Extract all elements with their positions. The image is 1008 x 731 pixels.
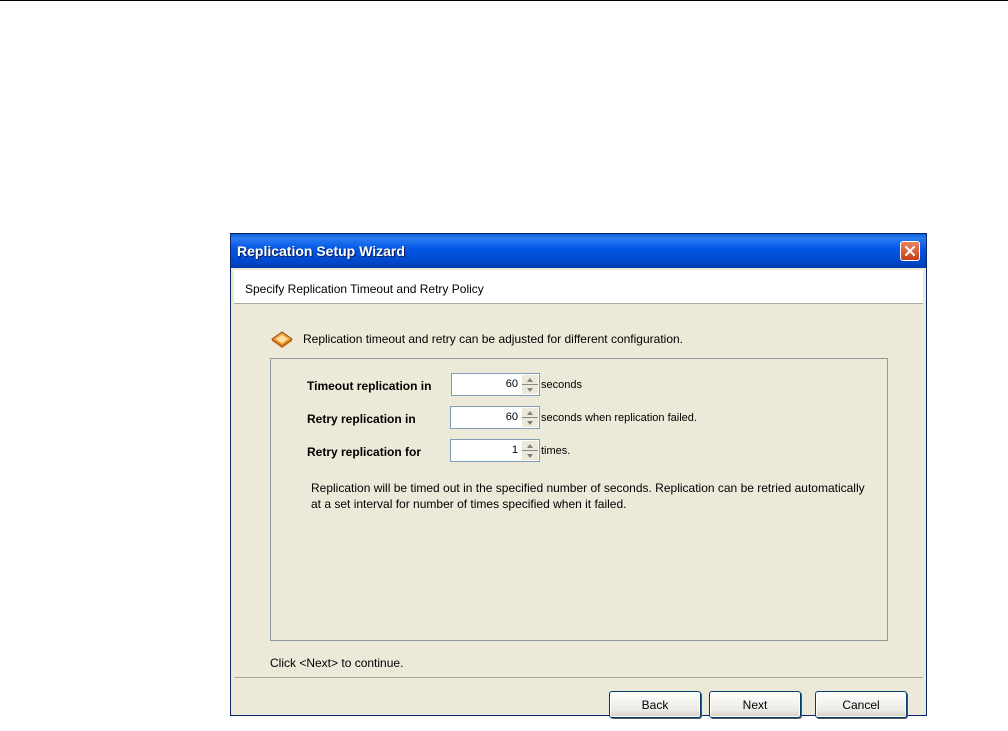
arrow-up-icon (527, 443, 533, 448)
arrow-up-icon (527, 410, 533, 415)
timeout-increment-button[interactable] (522, 375, 538, 385)
timeout-spin-buttons (522, 375, 538, 394)
close-icon (905, 246, 915, 256)
wizard-step-title: Specify Replication Timeout and Retry Po… (245, 282, 484, 296)
info-text: Replication timeout and retry can be adj… (303, 332, 684, 346)
retry-interval-unit: seconds when replication failed. (541, 412, 697, 424)
arrow-down-icon (527, 387, 533, 392)
retry-interval-label: Retry replication in (307, 412, 416, 426)
retry-interval-increment-button[interactable] (522, 408, 538, 418)
timeout-unit: seconds (541, 379, 582, 391)
retry-count-unit: times. (541, 445, 571, 457)
next-button[interactable]: Next (709, 691, 801, 718)
replication-wizard-dialog: Replication Setup Wizard Specify Replica… (230, 233, 927, 718)
timeout-spinner[interactable]: 60 (451, 373, 540, 396)
footer-divider (234, 677, 923, 678)
arrow-down-icon (527, 453, 533, 458)
retry-interval-value: 60 (505, 411, 518, 423)
retry-count-increment-button[interactable] (522, 441, 538, 451)
note-icon (271, 331, 293, 348)
retry-count-spinner[interactable]: 1 (450, 439, 540, 462)
retry-interval-spin-buttons (522, 408, 538, 427)
arrow-down-icon (527, 420, 533, 425)
settings-panel: Timeout replication in 60 seconds Retry … (270, 358, 888, 641)
retry-count-label: Retry replication for (307, 445, 422, 459)
cancel-button[interactable]: Cancel (815, 691, 907, 718)
retry-count-decrement-button[interactable] (522, 451, 538, 460)
timeout-decrement-button[interactable] (522, 385, 538, 394)
title-bar[interactable]: Replication Setup Wizard (231, 234, 926, 268)
footer-hint: Click <Next> to continue. (270, 656, 404, 670)
page-top-rule (0, 0, 1008, 1)
policy-description: Replication will be timed out in the spe… (311, 481, 865, 511)
close-button[interactable] (900, 241, 920, 261)
arrow-up-icon (527, 377, 533, 382)
retry-count-value: 1 (511, 444, 518, 456)
timeout-label: Timeout replication in (307, 379, 432, 393)
retry-interval-decrement-button[interactable] (522, 418, 538, 427)
retry-interval-spinner[interactable]: 60 (450, 406, 540, 429)
retry-count-spin-buttons (522, 441, 538, 460)
window-title: Replication Setup Wizard (237, 243, 405, 259)
timeout-value: 60 (505, 378, 518, 390)
back-button[interactable]: Back (609, 691, 701, 718)
wizard-header: Specify Replication Timeout and Retry Po… (234, 270, 923, 304)
